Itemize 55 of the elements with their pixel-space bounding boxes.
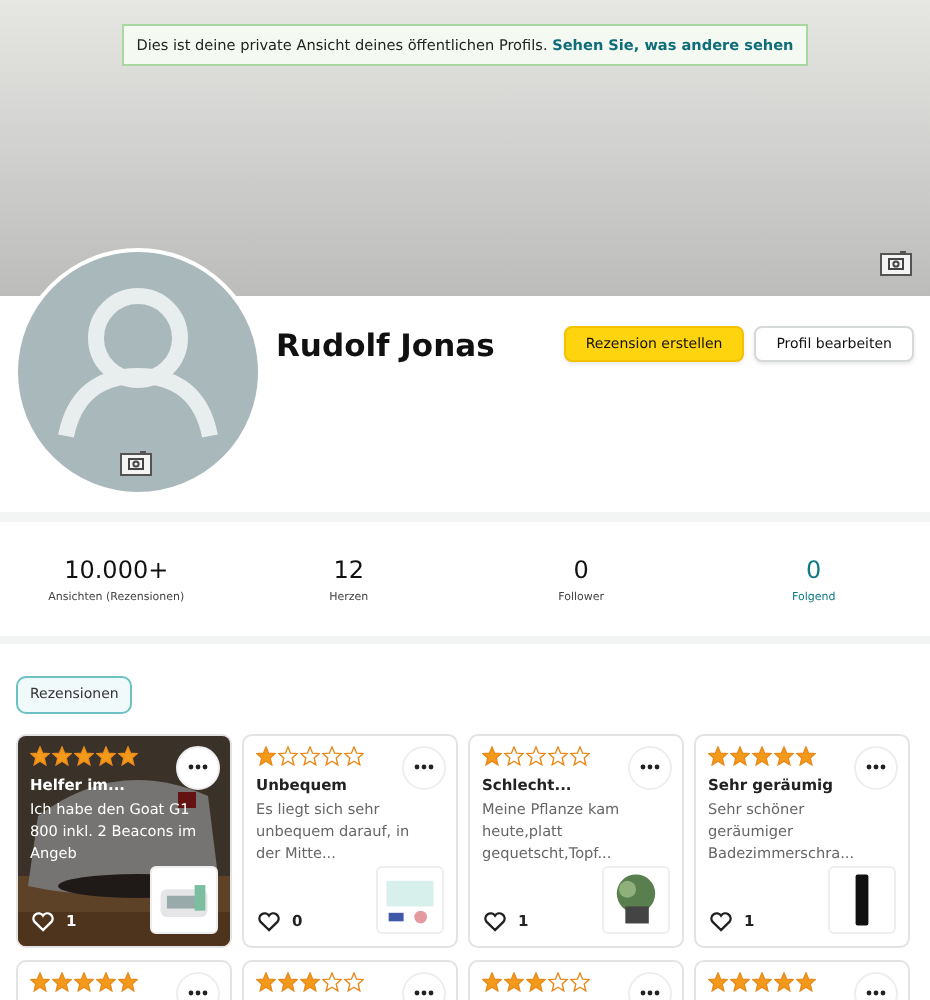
star-icon <box>278 971 298 991</box>
star-icon <box>344 745 364 765</box>
star-icon <box>52 971 72 991</box>
star-icon <box>118 971 138 991</box>
star-icon <box>322 971 342 991</box>
more-icon <box>414 764 434 770</box>
more-options-button[interactable] <box>628 745 672 789</box>
star-icon <box>774 745 794 765</box>
heart-icon[interactable] <box>484 911 506 931</box>
more-icon <box>866 764 886 770</box>
heart-icon[interactable] <box>710 911 732 931</box>
star-icon <box>74 971 94 991</box>
star-icon <box>752 971 772 991</box>
camera-icon[interactable] <box>880 250 912 276</box>
star-icon <box>256 745 276 765</box>
more-icon <box>640 990 660 996</box>
star-icon <box>300 745 320 765</box>
stat-value: 12 <box>333 555 365 583</box>
more-options-button[interactable] <box>854 745 898 789</box>
star-icon <box>774 971 794 991</box>
star-icon <box>344 971 364 991</box>
star-icon <box>526 971 546 991</box>
star-icon <box>504 971 524 991</box>
star-icon <box>300 971 320 991</box>
star-icon <box>730 745 750 765</box>
star-icon <box>730 971 750 991</box>
star-icon <box>548 745 568 765</box>
profile-name: Rudolf Jonas <box>276 328 497 364</box>
more-icon <box>640 764 660 770</box>
star-icon <box>482 745 502 765</box>
more-options-button[interactable] <box>402 745 446 789</box>
stat-value[interactable]: 0 <box>806 555 822 583</box>
star-icon <box>548 971 568 991</box>
star-icon <box>30 971 50 991</box>
star-icon <box>708 745 728 765</box>
star-icon <box>256 971 276 991</box>
star-icon <box>96 971 116 991</box>
stat-value: 10.000+ <box>64 555 169 583</box>
star-icon <box>482 971 502 991</box>
more-icon <box>188 990 208 996</box>
star-icon <box>504 745 524 765</box>
heart-icon[interactable] <box>258 911 280 931</box>
more-icon <box>866 990 886 996</box>
star-icon <box>796 971 816 991</box>
camera-icon[interactable] <box>120 450 152 476</box>
star-icon <box>752 745 772 765</box>
star-icon <box>570 745 590 765</box>
star-icon <box>570 971 590 991</box>
star-icon <box>796 745 816 765</box>
more-icon <box>414 990 434 996</box>
star-icon <box>526 745 546 765</box>
stat-value: 0 <box>573 555 589 583</box>
star-icon <box>322 745 342 765</box>
star-icon <box>278 745 298 765</box>
star-icon <box>708 971 728 991</box>
